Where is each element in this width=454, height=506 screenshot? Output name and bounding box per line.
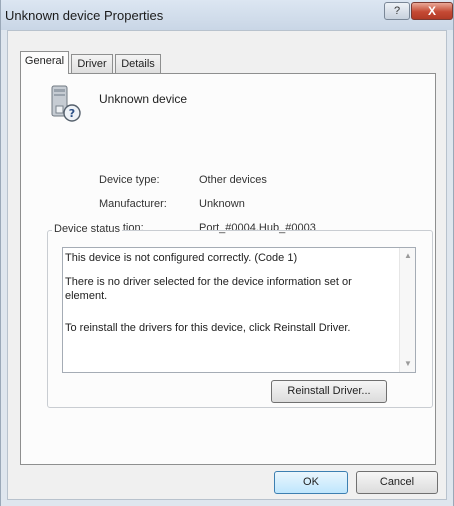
general-tab-panel: ? Unknown device Device type: Other devi… (20, 73, 436, 465)
tab-details[interactable]: Details (115, 54, 161, 73)
scroll-up-icon[interactable]: ▲ (403, 251, 413, 261)
status-line-code: This device is not configured correctly.… (65, 252, 298, 264)
status-line-no-driver: There is no driver selected for the devi… (65, 276, 352, 302)
dialog-client-area: General Driver Details ? Unknown device … (7, 30, 447, 500)
manufacturer-value: Unknown (199, 198, 245, 210)
device-name: Unknown device (99, 92, 188, 106)
status-scrollbar[interactable]: ▲ ▼ (399, 248, 415, 372)
reinstall-driver-button[interactable]: Reinstall Driver... (271, 380, 387, 403)
unknown-device-icon: ? (47, 84, 85, 124)
ok-button[interactable]: OK (274, 471, 348, 494)
tab-driver[interactable]: Driver (71, 54, 113, 73)
manufacturer-label: Manufacturer: (99, 198, 167, 210)
properties-window: Unknown device Properties ? X General Dr… (0, 0, 454, 506)
device-status-textbox[interactable]: This device is not configured correctly.… (62, 247, 416, 373)
svg-text:?: ? (69, 107, 75, 120)
tab-general[interactable]: General (20, 51, 69, 74)
device-status-legend: Device status (52, 223, 123, 235)
scroll-down-icon[interactable]: ▼ (403, 359, 413, 369)
title-bar[interactable]: Unknown device Properties ? X (1, 0, 453, 30)
help-button[interactable]: ? (384, 2, 410, 20)
device-type-value: Other devices (199, 174, 267, 186)
device-type-label: Device type: (99, 174, 160, 186)
cancel-button[interactable]: Cancel (356, 471, 438, 494)
window-title: Unknown device Properties (5, 8, 164, 23)
close-button[interactable]: X (411, 2, 453, 20)
device-status-text: This device is not configured correctly.… (65, 251, 395, 345)
status-line-reinstall: To reinstall the drivers for this device… (65, 322, 351, 334)
